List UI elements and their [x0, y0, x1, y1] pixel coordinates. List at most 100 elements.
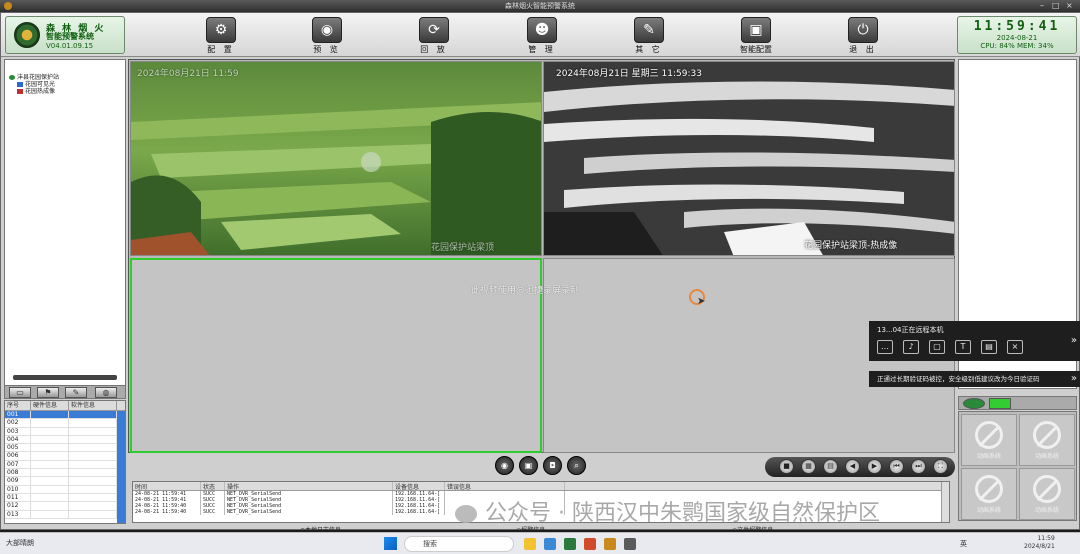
list-item[interactable]: 003	[5, 427, 125, 436]
chat-icon[interactable]: …	[877, 340, 893, 354]
weather-widget[interactable]: 大部晴朗	[6, 538, 34, 548]
exit-button[interactable]: ⏻ 退 出	[833, 15, 893, 55]
first-button[interactable]: ⏮	[889, 459, 904, 474]
device-list-scrollbar[interactable]	[117, 411, 125, 523]
security-notice: 正通过长期验证码被控，安全级别低建议改为今日验证码 »	[869, 371, 1080, 387]
recorder-watermark: 此视频使用@迅捷录屏录制	[471, 286, 580, 296]
system-tray[interactable]: 英	[960, 539, 967, 549]
wechat-icon	[455, 505, 477, 523]
wechat-watermark: 公众号 · 陕西汉中朱鹮国家级自然保护区	[455, 495, 1055, 529]
tab-globe-icon[interactable]: ◍	[95, 387, 117, 398]
list-item[interactable]: 011	[5, 493, 125, 503]
tree-item-thermal-camera[interactable]: 花园热成像	[17, 86, 55, 95]
list-item[interactable]: 006	[5, 452, 125, 461]
camera-button[interactable]: ◘	[543, 456, 562, 475]
smart-config-icon: ▣	[741, 17, 771, 43]
remote-actions: … ♪ ▢ T ▤ ×	[877, 340, 1023, 354]
camera-icon: ◉	[312, 17, 342, 43]
taskbar-search[interactable]: 搜索	[404, 536, 514, 552]
taskbar-clock[interactable]: 11:59 2024/8/21	[1024, 535, 1055, 551]
preview-button[interactable]: ◉ 预 览	[297, 15, 357, 55]
playback-button[interactable]: ⟳ 回 放	[404, 15, 464, 55]
layout-controls: ■ ▦ ▤ ◀ ▶ ⏮ ⏭ ⛶	[765, 457, 955, 477]
mouse-cursor-icon: ➤	[697, 296, 706, 307]
view-controls: ◉ ▣ ◘ ⌕	[495, 456, 591, 476]
window-title: 森林烟火智能预警系统	[505, 2, 575, 10]
maximize-icon[interactable]: □	[1052, 0, 1060, 12]
tab-device-icon[interactable]: ▭	[9, 387, 31, 398]
playback-icon: ⟳	[419, 17, 449, 43]
gear-icon: ⚙	[206, 17, 236, 43]
list-item[interactable]: 010	[5, 485, 125, 494]
screen-icon[interactable]: ▢	[929, 340, 945, 354]
close-remote-icon[interactable]: ×	[1007, 340, 1023, 354]
prohibited-icon	[1033, 421, 1061, 449]
app-icon[interactable]	[584, 538, 596, 550]
disabled-slot[interactable]: 动画系统	[961, 414, 1017, 466]
zoom-button[interactable]: ⌕	[567, 456, 586, 475]
folder-icon[interactable]: ▤	[981, 340, 997, 354]
panel-splitter[interactable]	[13, 375, 117, 380]
right-tab-strip	[958, 396, 1077, 410]
app-icon	[4, 2, 12, 10]
clock-date: 2024-08-21	[996, 34, 1038, 42]
microphone-icon[interactable]: ♪	[903, 340, 919, 354]
close-icon[interactable]: ×	[1066, 0, 1073, 12]
minimize-icon[interactable]: –	[1040, 0, 1044, 12]
browser-icon[interactable]	[544, 538, 556, 550]
thermal-camera-feed	[544, 62, 954, 255]
last-button[interactable]: ⏭	[911, 459, 926, 474]
cam2-label: 花园保护站梁顶-热成像	[804, 241, 898, 251]
list-item[interactable]: 007	[5, 460, 125, 470]
stop-button[interactable]: ■	[779, 459, 794, 474]
app-icon[interactable]	[604, 538, 616, 550]
chevron-right-icon[interactable]: »	[1071, 335, 1077, 346]
app-icon[interactable]	[564, 538, 576, 550]
config-button[interactable]: ⚙ 配 置	[191, 15, 251, 55]
list-item[interactable]: 008	[5, 469, 125, 478]
smart-config-button[interactable]: ▣ 智能配置	[726, 15, 786, 55]
other-button[interactable]: ✎ 其 它	[619, 15, 679, 55]
tab-flag-icon[interactable]: ⚑	[37, 387, 59, 398]
video-cell-visible[interactable]: 2024年08月21日 11:59 花园保护站梁顶	[130, 61, 542, 256]
app-icon[interactable]	[624, 538, 636, 550]
tab-battery-icon[interactable]	[989, 398, 1011, 409]
list-item[interactable]: 002	[5, 419, 125, 428]
cam2-timestamp: 2024年08月21日 星期三 11:59:33	[556, 69, 702, 79]
text-icon[interactable]: T	[955, 340, 971, 354]
list-item[interactable]: 005	[5, 444, 125, 453]
system-stats: CPU: 84% MEM: 34%	[980, 42, 1054, 50]
file-explorer-icon[interactable]	[524, 538, 536, 550]
snapshot-button[interactable]: ▣	[519, 456, 538, 475]
grid-9-button[interactable]: ▤	[823, 459, 838, 474]
video-cell-thermal[interactable]: 2024年08月21日 星期三 11:59:33 花园保护站梁顶-热成像	[543, 61, 955, 256]
clock-time: 11:59:41	[973, 19, 1061, 34]
manage-button[interactable]: ☻ 管 理	[512, 15, 572, 55]
tab-tools-icon[interactable]: ✎	[65, 387, 87, 398]
chevron-right-icon[interactable]: »	[1071, 371, 1077, 387]
list-item[interactable]: 013	[5, 510, 125, 519]
list-item[interactable]: 004	[5, 435, 125, 445]
list-item[interactable]: 012	[5, 502, 125, 511]
disabled-slot[interactable]: 动画系统	[1019, 414, 1075, 466]
record-button[interactable]: ◉	[495, 456, 514, 475]
prev-button[interactable]: ◀	[845, 459, 860, 474]
next-button[interactable]: ▶	[867, 459, 882, 474]
users-icon: ☻	[527, 17, 557, 43]
video-grid: 2024年08月21日 11:59 花园保护站梁顶 2024年08月21日 星期…	[128, 59, 955, 453]
left-tab-strip: ▭ ⚑ ✎ ◍	[4, 385, 126, 399]
tab-status-icon[interactable]	[963, 398, 985, 409]
visible-camera-feed	[131, 62, 541, 255]
list-item[interactable]: 009	[5, 477, 125, 486]
logo-subtitle: 智能预警系统	[46, 32, 94, 41]
cam1-timestamp: 2024年08月21日 11:59	[137, 69, 239, 79]
fullscreen-button[interactable]: ⛶	[933, 459, 948, 474]
station-icon	[9, 75, 15, 80]
grid-4-button[interactable]: ▦	[801, 459, 816, 474]
thermal-camera-icon	[17, 89, 23, 94]
prohibited-icon	[975, 421, 1003, 449]
cam1-label: 花园保护站梁顶	[431, 243, 495, 253]
list-item[interactable]: 001	[5, 411, 125, 420]
windows-start-icon[interactable]	[384, 537, 397, 550]
device-list: 序号 硬件信息 软件信息 001 002 003 004 005 006 007…	[4, 400, 126, 524]
